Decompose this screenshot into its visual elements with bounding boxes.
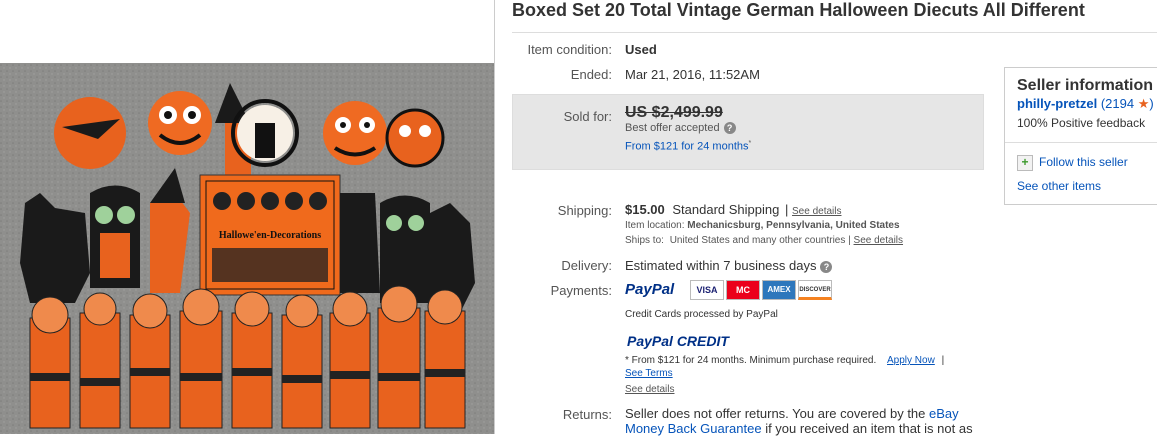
seller-info-panel: Seller information philly-pretzel (2194 …	[1004, 67, 1157, 205]
box-label: Hallowe'en-Decorations	[219, 230, 321, 241]
returns-text: Seller does not offer returns. You are c…	[625, 406, 985, 436]
title-divider	[512, 32, 1157, 33]
financing-link[interactable]: From $121 for 24 months	[625, 141, 749, 153]
financing[interactable]: From $121 for 24 months*	[625, 140, 751, 153]
shipping-cost: $15.00	[625, 202, 665, 217]
seller-name-link[interactable]: philly-pretzel	[1017, 96, 1097, 111]
best-offer-text: Best offer accepted	[625, 122, 720, 134]
see-details-row: See details	[625, 384, 674, 395]
financing-asterisk: *	[748, 140, 752, 147]
discover-icon: DISCOVER	[798, 280, 832, 300]
ended-label: Ended:	[570, 67, 612, 82]
photo-illustration: Hallowe'en-Decorations	[0, 63, 494, 434]
seller-feedback: 100% Positive feedback	[1017, 116, 1146, 130]
seller-name-row: philly-pretzel (2194 ★)	[1017, 96, 1154, 112]
card-logos: VISA MC AMEX DISCOVER	[690, 280, 834, 300]
paypal-logo: PayPal	[625, 281, 675, 298]
plus-icon[interactable]: +	[1017, 155, 1033, 171]
ships-to-label: Ships to:	[625, 235, 664, 246]
shipping-label: Shipping:	[557, 203, 612, 218]
shipping-row: $15.00 Standard Shipping | See details	[625, 202, 842, 217]
follow-seller-row[interactable]: + Follow this seller	[1017, 155, 1128, 171]
seller-divider	[1005, 142, 1157, 143]
item-location-label: Item location:	[625, 220, 685, 231]
shipping-separator: |	[785, 202, 789, 217]
ships-to-separator: |	[848, 235, 851, 246]
paypal-credit-logo: PayPal CREDIT	[627, 333, 729, 349]
other-items-row: See other items	[1017, 179, 1101, 193]
seller-score[interactable]: (2194	[1101, 96, 1134, 111]
sold-price: US $2,499.99	[625, 104, 723, 121]
shipping-see-details[interactable]: See details	[792, 206, 841, 217]
see-terms-link[interactable]: See Terms	[625, 368, 673, 379]
see-other-items-link[interactable]: See other items	[1017, 179, 1101, 193]
credit-note: * From $121 for 24 months. Minimum purch…	[625, 355, 944, 366]
question-icon[interactable]: ?	[723, 122, 736, 135]
credit-separator: |	[941, 355, 945, 366]
credit-note-text: * From $121 for 24 months. Minimum purch…	[625, 355, 877, 366]
visa-icon: VISA	[690, 280, 724, 300]
image-placeholder-top	[0, 0, 494, 64]
best-offer: Best offer accepted?	[625, 122, 736, 135]
cards-note: Credit Cards processed by PayPal	[625, 309, 778, 320]
condition-value: Used	[625, 42, 657, 57]
delivery-question-icon[interactable]: ?	[820, 260, 833, 273]
image-viewer: Hallowe'en-Decorations	[0, 0, 495, 434]
item-location: Item location: Mechanicsburg, Pennsylvan…	[625, 220, 900, 231]
ended-value: Mar 21, 2016, 11:52AM	[625, 67, 760, 82]
returns-label: Returns:	[562, 407, 612, 422]
returns-text-1: Seller does not offer returns. You are c…	[625, 406, 930, 421]
seller-score-close: )	[1149, 96, 1154, 111]
amex-icon: AMEX	[762, 280, 796, 300]
ships-to-value: United States and many other countries	[669, 235, 846, 246]
payments-label: Payments:	[550, 283, 612, 298]
apply-now-link[interactable]: Apply Now	[887, 355, 935, 366]
sold-label: Sold for:	[563, 109, 612, 124]
follow-seller-link[interactable]: Follow this seller	[1039, 155, 1128, 169]
product-photo[interactable]: Hallowe'en-Decorations	[0, 63, 494, 434]
payments-see-details-link[interactable]: See details	[625, 384, 674, 395]
delivery-value: Estimated within 7 business days	[625, 258, 817, 273]
see-terms-row: See Terms	[625, 368, 673, 379]
mastercard-icon: MC	[726, 280, 760, 300]
item-location-value: Mechanicsburg, Pennsylvania, United Stat…	[687, 220, 900, 231]
ebay-link[interactable]: eBay	[929, 406, 959, 421]
ships-to-see-details[interactable]: See details	[854, 235, 903, 246]
ended-time: , 11:52AM	[701, 67, 760, 82]
delivery-label: Delivery:	[561, 258, 612, 273]
star-icon: ★	[1137, 96, 1150, 111]
ships-to: Ships to: United States and many other c…	[625, 235, 903, 246]
ended-date: Mar 21, 2016	[625, 67, 702, 82]
seller-heading: Seller information	[1017, 77, 1154, 94]
item-title: Boxed Set 20 Total Vintage German Hallow…	[512, 0, 1085, 20]
delivery-row: Estimated within 7 business days?	[625, 258, 833, 273]
shipping-method: Standard Shipping	[672, 202, 780, 217]
condition-label: Item condition:	[527, 42, 612, 57]
sold-box	[512, 94, 984, 170]
